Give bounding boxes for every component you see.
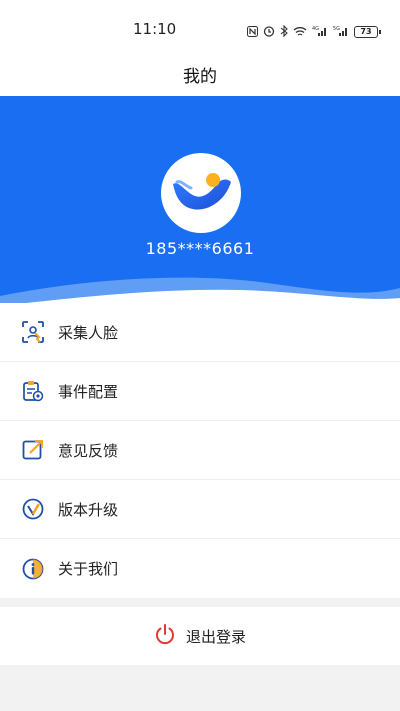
- event-config-icon: [22, 380, 44, 402]
- menu-item-event-config[interactable]: 事件配置: [0, 362, 400, 421]
- avatar[interactable]: [161, 153, 241, 233]
- logout-label: 退出登录: [185, 627, 246, 646]
- battery-icon: 73: [354, 25, 381, 38]
- app-logo-icon: [173, 173, 231, 210]
- user-phone: 185****6661: [145, 239, 255, 258]
- status-time: 11:10: [133, 20, 177, 38]
- status-bar: 11:10 4G 5G 73: [0, 0, 400, 52]
- menu-item-about-us[interactable]: 关于我们: [0, 539, 400, 598]
- menu-label: 版本升级: [58, 500, 119, 519]
- logout-button[interactable]: 退出登录: [0, 607, 400, 665]
- title-bar: 我的: [0, 52, 400, 96]
- page-title: 我的: [183, 66, 217, 87]
- bluetooth-icon: [280, 22, 288, 41]
- version-upgrade-icon: [22, 498, 44, 520]
- svg-text:5G: 5G: [333, 26, 340, 32]
- status-icons: 4G 5G 73: [247, 22, 381, 41]
- menu-label: 事件配置: [58, 382, 119, 401]
- menu-label: 采集人脸: [58, 323, 119, 342]
- menu-list: 采集人脸 事件配置 意见反馈 版本升级 关于我们: [0, 303, 400, 598]
- face-capture-icon: [22, 321, 44, 343]
- menu-item-feedback[interactable]: 意见反馈: [0, 421, 400, 480]
- signal-5g-icon: 5G: [333, 22, 349, 41]
- menu-label: 关于我们: [58, 560, 119, 578]
- alarm-icon: [263, 22, 275, 41]
- profile-banner: 185****6661: [0, 96, 400, 308]
- power-icon: [154, 623, 176, 649]
- signal-4g-icon: 4G: [312, 22, 328, 41]
- menu-item-face-capture[interactable]: 采集人脸: [0, 303, 400, 362]
- banner-wave: [0, 277, 400, 308]
- feedback-icon: [22, 439, 44, 461]
- menu-label: 意见反馈: [58, 441, 119, 460]
- menu-item-version-upgrade[interactable]: 版本升级: [0, 480, 400, 539]
- wifi-icon: [293, 22, 307, 41]
- nfc-icon: [247, 22, 258, 41]
- about-info-icon: [22, 558, 44, 580]
- svg-text:4G: 4G: [312, 26, 319, 32]
